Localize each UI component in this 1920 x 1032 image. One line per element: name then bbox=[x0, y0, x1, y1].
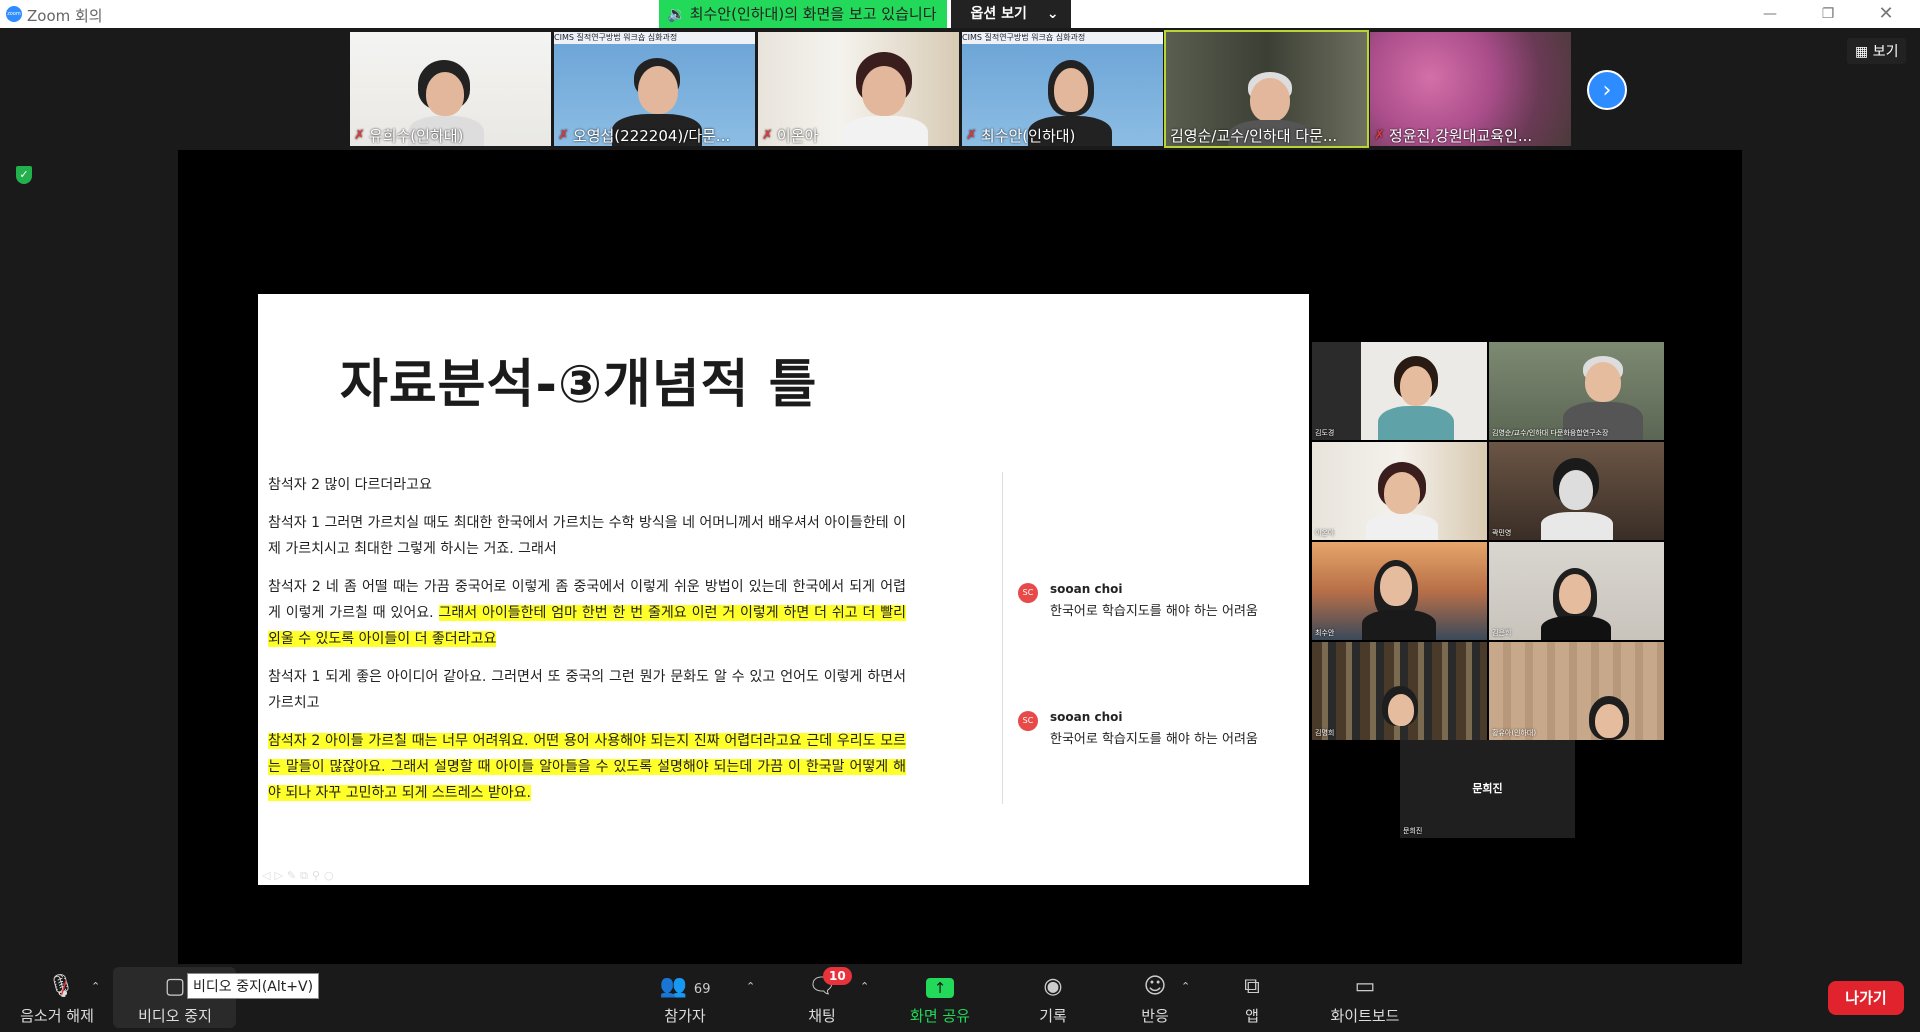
comment-text: 한국어로 학습지도를 해야 하는 어려움 bbox=[1050, 604, 1258, 619]
whiteboard-icon: ▭ bbox=[1354, 974, 1376, 999]
gallery-tile-video-off: 문희진 문희진 bbox=[1400, 740, 1575, 838]
smiley-icon: ☺ bbox=[1143, 974, 1167, 999]
gallery-tile: 황유아(인하대) bbox=[1489, 642, 1664, 740]
reactions-button[interactable]: ☺ 반응 bbox=[1133, 972, 1177, 1026]
workshop-banner: CIMS 질적연구방법 워크숍 심화과정 bbox=[962, 32, 1163, 44]
participant-name-center: 문희진 bbox=[1472, 782, 1503, 795]
view-options-label: 옵션 보기 bbox=[970, 6, 1027, 22]
avatar: SC bbox=[1018, 711, 1038, 731]
window-title: Zoom 회의 bbox=[27, 7, 103, 25]
participant-thumbnail[interactable]: CIMS 질적연구방법 워크숍 심화과정 ✗ 오영섭(222204)/다문... bbox=[554, 32, 755, 146]
leave-button[interactable]: 나가기 bbox=[1828, 981, 1904, 1015]
record-button[interactable]: ◉ 기록 bbox=[1030, 972, 1076, 1026]
view-button-label: 보기 bbox=[1872, 44, 1899, 60]
participant-name: 김영순/교수/인하대 다문... bbox=[1170, 126, 1338, 145]
transcript-paragraph: 참석자 1 되게 좋은 아이디어 같아요. 그러면서 또 중국의 그런 뭔가 문… bbox=[268, 669, 906, 711]
restore-icon[interactable]: ❐ bbox=[1808, 2, 1848, 26]
workshop-banner: CIMS 질적연구방법 워크숍 심화과정 bbox=[554, 32, 755, 44]
close-icon[interactable]: ✕ bbox=[1866, 2, 1906, 26]
transcript-paragraph: 참석자 1 그러면 가르치실 때도 최대한 한국에서 가르치는 수학 방식을 네… bbox=[268, 515, 906, 557]
mic-muted-icon: ✗ bbox=[762, 127, 773, 143]
zoom-logo-icon: zoom bbox=[6, 6, 22, 22]
transcript-paragraph: 참석자 2 많이 다르더라고요 bbox=[268, 477, 432, 493]
slide-title: 자료분석-③개념적 틀 bbox=[340, 355, 818, 415]
video-tooltip: 비디오 중지(Alt+V) bbox=[187, 973, 320, 999]
view-button[interactable]: ▦ 보기 bbox=[1847, 38, 1907, 64]
mic-muted-icon: ✗ bbox=[558, 127, 569, 143]
participant-name: 유희수(인하대) bbox=[368, 126, 464, 145]
gallery-tile: 김도경 bbox=[1312, 342, 1487, 440]
next-page-arrow-icon[interactable]: › bbox=[1587, 70, 1627, 110]
participant-thumbnail[interactable]: CIMS 질적연구방법 워크숍 심화과정 ✗ 최수안(인하대) bbox=[962, 32, 1163, 146]
unmute-button[interactable]: 🎙/ 음소거 해제 bbox=[14, 972, 100, 1026]
whiteboard-button[interactable]: ▭ 화이트보드 bbox=[1326, 972, 1404, 1026]
shield-icon[interactable]: ✓ bbox=[16, 166, 32, 184]
participants-icon: 👥 bbox=[659, 974, 687, 999]
comment-author: sooan choi bbox=[1050, 710, 1123, 724]
highlighted-text: 참석자 2 아이들 가르칠 때는 너무 어려워요. 어떤 용어 사용해야 되는지… bbox=[268, 733, 906, 801]
participants-count: 69 bbox=[693, 982, 711, 997]
speaker-icon: 🔉 bbox=[667, 5, 686, 23]
participant-name: 최수안(인하대) bbox=[980, 126, 1076, 145]
comment-text: 한국어로 학습지도를 해야 하는 어려움 bbox=[1050, 732, 1258, 747]
mic-muted-icon: ✗ bbox=[354, 127, 365, 143]
screen-share-banner: 🔉 최수안(인하대)의 화면을 보고 있습니다 옵션 보기 ⌄ bbox=[659, 0, 1071, 28]
transcript-paragraph: 참석자 2 네 좀 어떨 때는 가끔 중국어로 이렇게 좀 중국에서 이렇게 쉬… bbox=[268, 579, 906, 647]
participant-thumbnail[interactable]: ✗ 유희수(인하대) bbox=[350, 32, 551, 146]
grid-icon: ▦ bbox=[1855, 44, 1869, 60]
participant-name: 정윤진,강원대교육인... bbox=[1388, 126, 1533, 145]
mic-muted-icon: ✗ bbox=[966, 127, 977, 143]
avatar: SC bbox=[1018, 583, 1038, 603]
participant-thumbnail-active[interactable]: 김영순/교수/인하대 다문... bbox=[1164, 30, 1369, 148]
gallery-tile: 곽민영 bbox=[1489, 442, 1664, 540]
minimize-icon[interactable]: — bbox=[1750, 2, 1790, 26]
reactions-caret-icon[interactable]: ⌃ bbox=[1181, 980, 1190, 993]
participants-button[interactable]: 👥 69 참가자 bbox=[655, 972, 715, 1026]
comment-author: sooan choi bbox=[1050, 582, 1123, 596]
transcript: 참석자 2 많이 다르더라고요 참석자 1 그러면 가르치실 때도 최대한 한국… bbox=[268, 472, 906, 818]
view-options-button[interactable]: 옵션 보기 ⌄ bbox=[950, 0, 1071, 28]
chat-unread-badge: 10 bbox=[823, 967, 852, 985]
participant-name: 오영섭(222204)/다문... bbox=[572, 126, 731, 145]
gallery-tile: 김영순/교수/인하대 다문화융합연구소장 bbox=[1489, 342, 1664, 440]
chat-caret-icon[interactable]: ⌃ bbox=[860, 980, 869, 993]
transcript-paragraph: 참석자 2 아이들 가르칠 때는 너무 어려워요. 어떤 용어 사용해야 되는지… bbox=[268, 728, 906, 806]
apps-button[interactable]: ⧉ 앱 bbox=[1237, 972, 1267, 1026]
participant-thumbnail[interactable]: ✗ 이온아 bbox=[758, 32, 959, 146]
chevron-down-icon: ⌄ bbox=[1046, 6, 1059, 22]
record-icon: ◉ bbox=[1043, 974, 1063, 999]
share-screen-icon: ↑ bbox=[902, 972, 978, 1002]
apps-icon: ⧉ bbox=[1244, 974, 1260, 999]
gallery-tile: 최수안 bbox=[1312, 542, 1487, 640]
slide-nav-controls: ◁▷✎⧉⚲○ bbox=[262, 869, 338, 882]
share-banner-message: 최수안(인하대)의 화면을 보고 있습니다 bbox=[689, 5, 937, 23]
mic-off-icon: 🎙/ bbox=[46, 974, 75, 999]
participant-name: 이온아 bbox=[776, 126, 819, 145]
mic-muted-icon: ✗ bbox=[1374, 127, 1385, 143]
shared-slide: 자료분석-③개념적 틀 참석자 2 많이 다르더라고요 참석자 1 그러면 가르… bbox=[258, 294, 1309, 885]
comment-divider bbox=[1002, 472, 1003, 804]
participants-caret-icon[interactable]: ⌃ bbox=[746, 980, 755, 993]
gallery-tile: 이온아 bbox=[1312, 442, 1487, 540]
participant-thumbnail[interactable]: ✗ 정윤진,강원대교육인... bbox=[1370, 32, 1571, 146]
gallery-tile: 김명희 bbox=[1312, 642, 1487, 740]
gallery-tile: 김은희 bbox=[1489, 542, 1664, 640]
audio-options-caret-icon[interactable]: ⌃ bbox=[91, 980, 100, 993]
share-screen-button[interactable]: ↑ 화면 공유 bbox=[902, 972, 978, 1026]
